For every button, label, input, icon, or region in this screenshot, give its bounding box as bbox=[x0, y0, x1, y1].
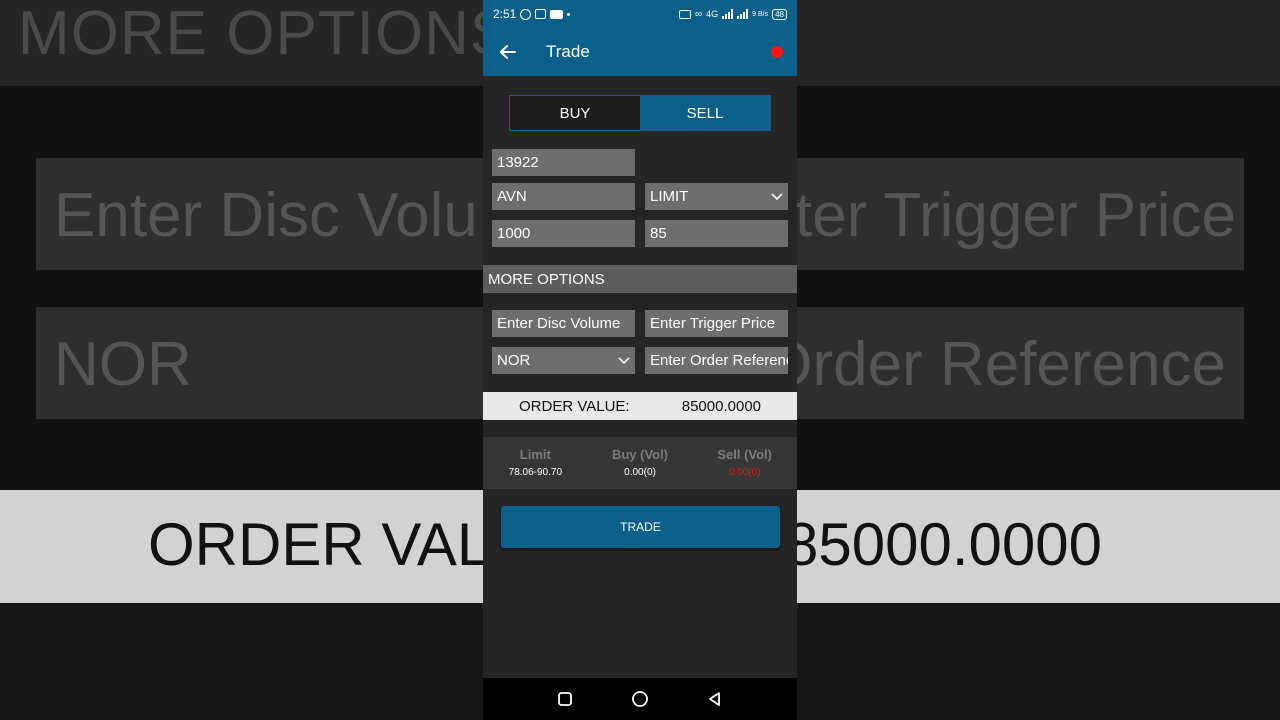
account-field[interactable]: 13922 bbox=[492, 149, 635, 176]
battery-icon: 48 bbox=[772, 8, 787, 20]
signal-icon bbox=[722, 9, 734, 19]
buy-volume-column: Buy (Vol) 0.00(0) bbox=[588, 437, 693, 489]
price-field[interactable]: 85 bbox=[645, 220, 788, 247]
more-notifications-dot-icon bbox=[567, 12, 571, 16]
order-type-value: LIMIT bbox=[650, 188, 689, 205]
limit-value: 78.06-90.70 bbox=[508, 467, 563, 478]
background-order-reference-text: Enter Order Reference bbox=[796, 329, 1226, 400]
whatsapp-icon bbox=[520, 8, 532, 20]
order-value-bar: ORDER VALUE: 85000.0000 bbox=[483, 392, 797, 420]
sim-icon bbox=[535, 9, 547, 19]
background-trigger-price-text: Enter Trigger Price bbox=[796, 180, 1236, 251]
app-bar: Trade bbox=[483, 28, 797, 76]
home-circle-icon[interactable] bbox=[625, 684, 655, 714]
phone-screen: 2:51 ∞ 4G 9 B/s 48 Trade BUY SELL 13922 … bbox=[483, 0, 797, 720]
symbol-field[interactable]: AVN bbox=[492, 183, 635, 210]
chevron-down-icon bbox=[771, 192, 783, 201]
limit-header: Limit bbox=[519, 447, 551, 462]
background-disc-volume-text: Enter Disc Volume bbox=[54, 181, 482, 250]
chevron-down-icon bbox=[618, 356, 630, 365]
order-reference-input[interactable]: Enter Order Reference bbox=[645, 347, 788, 374]
screen: MORE OPTIONS Enter Disc Volume Enter Tri… bbox=[0, 0, 1280, 720]
network-speed: 9 B/s bbox=[752, 10, 769, 18]
trigger-price-input[interactable]: Enter Trigger Price bbox=[645, 310, 788, 337]
background-order-value-label: ORDER VALUE: bbox=[148, 511, 483, 578]
sell-volume-value: 0.00(0) bbox=[728, 467, 761, 478]
back-triangle-icon[interactable] bbox=[700, 684, 730, 714]
market-type-select[interactable]: NOR bbox=[492, 347, 635, 374]
background-order-value-number: 85000.0000 bbox=[785, 511, 1102, 578]
cast-icon bbox=[678, 9, 691, 19]
back-arrow-icon[interactable] bbox=[483, 28, 533, 76]
status-bar: 2:51 ∞ 4G 9 B/s 48 bbox=[483, 0, 797, 28]
signal-2-icon bbox=[737, 9, 749, 19]
order-value-amount: 85000.0000 bbox=[681, 397, 761, 415]
buy-sell-toggle: BUY SELL bbox=[509, 95, 771, 131]
background-nor-text: NOR bbox=[54, 330, 192, 399]
background-more-options-text: MORE OPTIONS bbox=[18, 0, 513, 68]
background-order-reference-label: Enter Order Reference bbox=[796, 330, 1226, 399]
sell-volume-header: Sell (Vol) bbox=[717, 447, 772, 462]
network-type: 4G bbox=[706, 9, 719, 19]
page-title: Trade bbox=[546, 42, 590, 61]
buy-volume-value: 0.00(0) bbox=[624, 467, 656, 478]
recents-square-icon[interactable] bbox=[550, 684, 580, 714]
status-system-icons: ∞ 4G 9 B/s 48 bbox=[678, 8, 787, 20]
android-navigation-bar bbox=[483, 678, 797, 720]
status-notification-icons bbox=[520, 8, 571, 20]
limits-panel: Limit 78.06-90.70 Buy (Vol) 0.00(0) Sell… bbox=[483, 437, 797, 489]
limit-column: Limit 78.06-90.70 bbox=[483, 437, 588, 489]
buy-volume-header: Buy (Vol) bbox=[611, 447, 669, 462]
status-time: 2:51 bbox=[493, 7, 517, 21]
disc-volume-input[interactable]: Enter Disc Volume bbox=[492, 310, 635, 337]
more-options-header[interactable]: MORE OPTIONS bbox=[483, 265, 797, 293]
market-type-value: NOR bbox=[497, 352, 531, 369]
buy-tab[interactable]: BUY bbox=[510, 96, 640, 130]
sell-tab[interactable]: SELL bbox=[640, 96, 770, 130]
order-value-label: ORDER VALUE: bbox=[519, 397, 630, 415]
youtube-icon bbox=[550, 9, 564, 19]
record-indicator-icon bbox=[771, 46, 783, 58]
sell-volume-column: Sell (Vol) 0.00(0) bbox=[692, 437, 797, 489]
order-type-select[interactable]: LIMIT bbox=[645, 183, 788, 210]
link-icon: ∞ bbox=[694, 8, 703, 20]
trade-button[interactable]: TRADE bbox=[501, 506, 780, 548]
volume-field[interactable]: 1000 bbox=[492, 220, 635, 247]
background-trigger-price-label: Enter Trigger Price bbox=[796, 181, 1236, 250]
